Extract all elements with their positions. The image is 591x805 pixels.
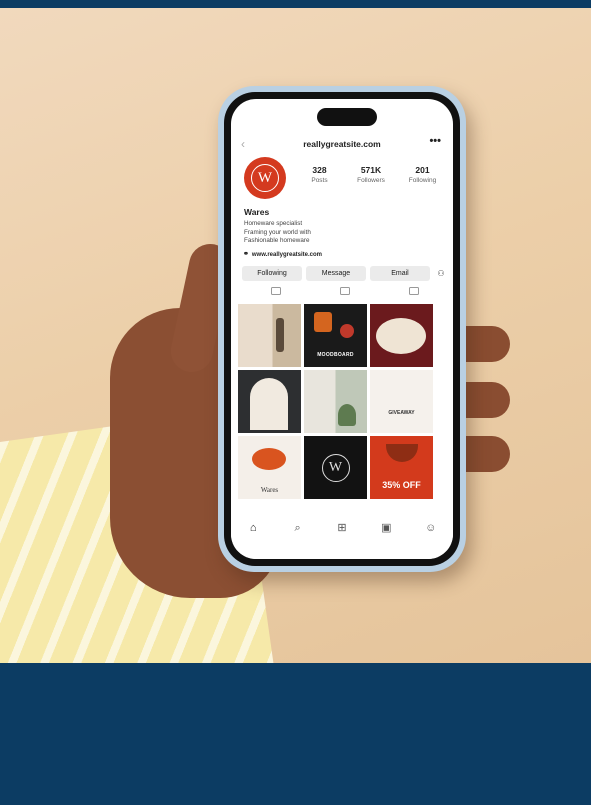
reels-icon[interactable]: ▣ — [379, 521, 393, 535]
post-tile[interactable]: 35% OFF — [370, 436, 433, 499]
message-button[interactable]: Message — [306, 266, 366, 281]
tile-caption: MOODBOARD — [317, 352, 354, 358]
post-tile[interactable] — [304, 370, 367, 433]
more-options-icon[interactable]: ••• — [429, 135, 441, 147]
stat-following[interactable]: 201 Following — [400, 165, 445, 184]
profile-icon[interactable]: ☺ — [424, 521, 438, 535]
profile-bio: Homeware specialist Framing your world w… — [244, 220, 311, 246]
bottom-nav: ⌂ ⌕ ⊞ ▣ ☺ — [231, 515, 453, 559]
stat-posts[interactable]: 328 Posts — [297, 165, 342, 184]
stat-label: Posts — [311, 177, 328, 184]
phone-screen: ‹ reallygreatsite.com ••• W 328 Posts 57… — [231, 99, 453, 559]
email-button[interactable]: Email — [370, 266, 430, 281]
post-tile[interactable]: W — [304, 436, 367, 499]
profile-stats: 328 Posts 571K Followers 201 Following — [297, 165, 445, 184]
tile-caption: GIVEAWAY — [388, 410, 415, 416]
stat-value: 571K — [360, 165, 382, 175]
phone: ‹ reallygreatsite.com ••• W 328 Posts 57… — [218, 86, 466, 572]
top-frame-bar — [0, 0, 591, 8]
phone-bezel: ‹ reallygreatsite.com ••• W 328 Posts 57… — [224, 92, 460, 566]
post-tile[interactable]: Wares — [238, 436, 301, 499]
tagged-tab-icon[interactable] — [408, 287, 419, 295]
bio-line: Homeware specialist — [244, 220, 303, 227]
stat-value: 201 — [415, 165, 430, 175]
avatar[interactable]: W — [244, 157, 286, 199]
bio-line: Fashionable homeware — [244, 237, 310, 244]
brand-logo: W — [321, 453, 350, 482]
post-tile[interactable]: MOODBOARD — [304, 304, 367, 367]
dynamic-island — [317, 108, 377, 126]
home-icon[interactable]: ⌂ — [246, 521, 260, 535]
tile-caption: Wares — [260, 486, 279, 494]
search-icon[interactable]: ⌕ — [291, 521, 305, 535]
post-grid: MOODBOARD GIVEAWAY Wares W 35% OFF — [238, 304, 434, 499]
bottom-band — [0, 663, 591, 805]
profile-tabs — [242, 287, 448, 295]
bio-line: Framing your world with — [244, 228, 311, 236]
following-button[interactable]: Following — [242, 266, 302, 281]
profile-name: Wares — [244, 207, 270, 217]
profile-actions: Following Message Email ⚇ — [242, 266, 448, 281]
post-tile[interactable] — [238, 304, 301, 367]
profile-header: ‹ reallygreatsite.com ••• — [231, 135, 453, 153]
avatar-logo: W — [251, 164, 279, 192]
profile-link-text: www.reallygreatsite.com — [251, 252, 323, 258]
profile-username: reallygreatsite.com — [303, 139, 381, 149]
stat-value: 328 — [312, 165, 327, 175]
add-post-icon[interactable]: ⊞ — [335, 521, 349, 535]
stat-followers[interactable]: 571K Followers — [349, 165, 394, 184]
stat-label: Followers — [357, 177, 385, 184]
reels-tab-icon[interactable] — [339, 287, 350, 295]
photo: ‹ reallygreatsite.com ••• W 328 Posts 57… — [0, 8, 591, 663]
post-tile[interactable] — [238, 370, 301, 433]
grid-tab-icon[interactable] — [271, 287, 282, 295]
post-tile[interactable] — [370, 304, 433, 367]
tile-caption: 35% OFF — [382, 480, 421, 490]
add-user-icon[interactable]: ⚇ — [434, 269, 448, 278]
profile-link[interactable]: ⚭ www.reallygreatsite.com — [243, 250, 322, 258]
stat-label: Following — [408, 177, 437, 184]
post-tile[interactable]: GIVEAWAY — [370, 370, 433, 433]
link-icon: ⚭ — [243, 251, 249, 258]
